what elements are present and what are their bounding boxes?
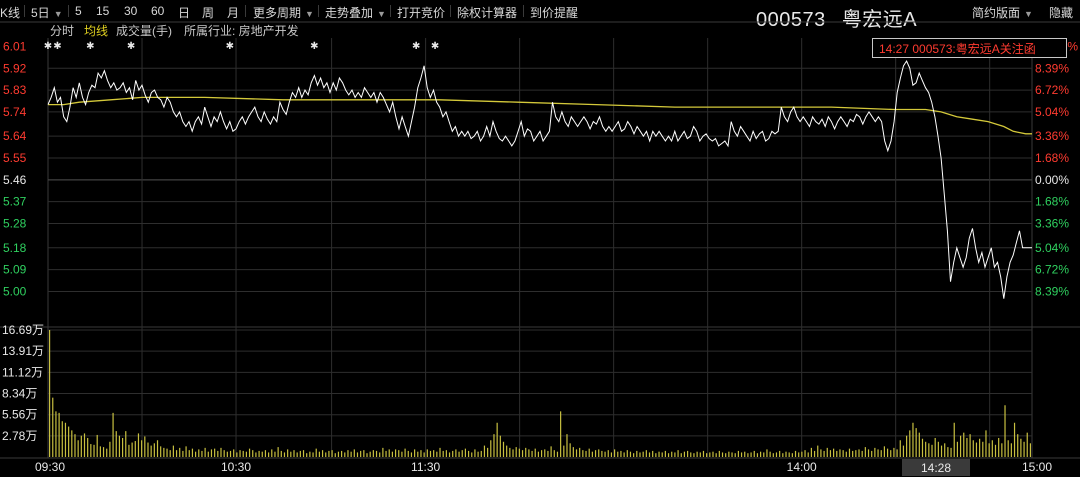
- pct-tick-label: 8.39%: [1035, 61, 1069, 75]
- y-tick-label: 5.00: [3, 284, 27, 298]
- y-tick-label: 5.09: [3, 263, 27, 277]
- pct-tick-label: 1.68%: [1035, 195, 1069, 209]
- y-tick-label: 5.74: [3, 105, 27, 119]
- y-tick-label: 5.37: [3, 195, 27, 209]
- star-marker: ✱: [412, 41, 420, 52]
- pct-tick-label: 6.72%: [1035, 263, 1069, 277]
- pct-tick-label: 6.72%: [1035, 83, 1069, 97]
- pct-tick-label: %: [1067, 39, 1078, 53]
- cursor-time-label: 14:28: [921, 461, 951, 475]
- x-tick-label: 11:30: [411, 460, 440, 474]
- star-marker: ✱: [53, 41, 61, 52]
- volume-tick-label: 16.69万: [2, 323, 44, 337]
- alert-text: 14:27 000573:粤宏远A关注函: [879, 42, 1036, 56]
- star-marker: ✱: [431, 41, 439, 52]
- pct-tick-label: 1.68%: [1035, 151, 1069, 165]
- x-tick-label: 10:30: [221, 460, 251, 474]
- volume-tick-label: 11.12万: [2, 365, 43, 379]
- intraday-chart[interactable]: 6.01 5.92 5.83 5.74 5.64 5.55 5.46 5.37 5.28 5.18…: [0, 0, 1080, 477]
- volume-tick-label: 2.78万: [2, 429, 37, 443]
- y-tick-label: 6.01: [3, 39, 27, 53]
- pct-tick-label: 5.04%: [1035, 241, 1069, 255]
- average-price-line: [48, 96, 1032, 135]
- pct-tick-label: 8.39%: [1035, 284, 1069, 298]
- star-marker: ✱: [226, 41, 234, 52]
- x-tick-label: 15:00: [1022, 460, 1052, 474]
- y-tick-label: 5.64: [3, 129, 27, 143]
- pct-tick-label: 3.36%: [1035, 129, 1069, 143]
- star-marker: ✱: [127, 41, 135, 52]
- y-tick-label: 5.92: [3, 61, 27, 75]
- star-marker: ✱: [310, 41, 318, 52]
- pct-tick-label: 5.04%: [1035, 105, 1069, 119]
- y-tick-label: 5.28: [3, 217, 27, 231]
- y-tick-label: 5.55: [3, 151, 27, 165]
- alert-box[interactable]: 14:27 000573:粤宏远A关注函: [872, 38, 1067, 58]
- volume-tick-label: 5.56万: [2, 408, 37, 422]
- pct-tick-label: 3.36%: [1035, 217, 1069, 231]
- y-tick-label: 5.18: [3, 241, 27, 255]
- star-marker: ✱: [86, 41, 94, 52]
- star-marker: ✱: [44, 41, 52, 52]
- x-tick-label: 14:00: [787, 460, 817, 474]
- volume-tick-label: 8.34万: [2, 387, 37, 401]
- pct-tick-label: 0.00%: [1035, 173, 1069, 187]
- y-tick-label: 5.46: [3, 173, 27, 187]
- y-tick-label: 5.83: [3, 83, 27, 97]
- x-tick-label: 09:30: [35, 460, 65, 474]
- volume-tick-label: 13.91万: [2, 344, 44, 358]
